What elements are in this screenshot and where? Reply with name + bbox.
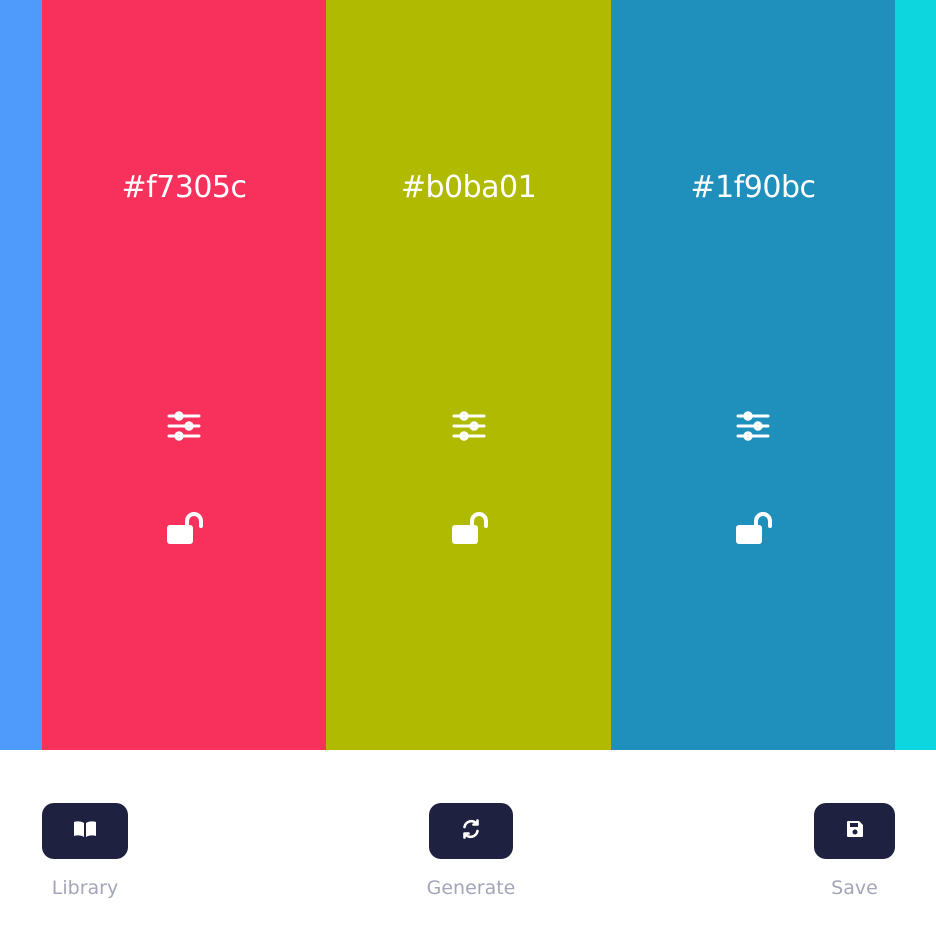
swatch-hex-code[interactable]: #b0ba01 <box>326 168 611 208</box>
library-button[interactable] <box>42 803 128 859</box>
generate-button[interactable] <box>429 803 513 859</box>
book-open-icon <box>73 820 97 842</box>
floppy-disk-icon <box>846 820 864 842</box>
bottom-toolbar: Library Generate Save <box>0 750 936 935</box>
sliders-icon[interactable] <box>449 406 489 446</box>
swatch-hex-code[interactable]: #1f90bc <box>611 168 895 208</box>
color-palette: #f7305c #b0ba01 #1f90bc <box>0 0 936 750</box>
color-swatch: #f7305c <box>42 0 326 750</box>
color-swatch: #b0ba01 <box>326 0 611 750</box>
unlock-icon[interactable] <box>733 509 773 549</box>
sliders-icon[interactable] <box>164 406 204 446</box>
swatch-hex-code[interactable]: #f7305c <box>42 168 326 208</box>
save-tool: Save <box>814 803 895 899</box>
library-label: Library <box>51 877 119 899</box>
library-tool: Library <box>42 803 128 899</box>
sliders-icon[interactable] <box>733 406 773 446</box>
color-swatch: #1f90bc <box>611 0 895 750</box>
unlock-icon[interactable] <box>164 509 204 549</box>
generate-label: Generate <box>426 877 516 899</box>
refresh-icon <box>461 819 481 843</box>
save-button[interactable] <box>814 803 895 859</box>
unlock-icon[interactable] <box>449 509 489 549</box>
palette-edge-right <box>895 0 936 750</box>
palette-edge-left <box>0 0 42 750</box>
generate-tool: Generate <box>426 803 516 899</box>
save-label: Save <box>831 877 878 899</box>
